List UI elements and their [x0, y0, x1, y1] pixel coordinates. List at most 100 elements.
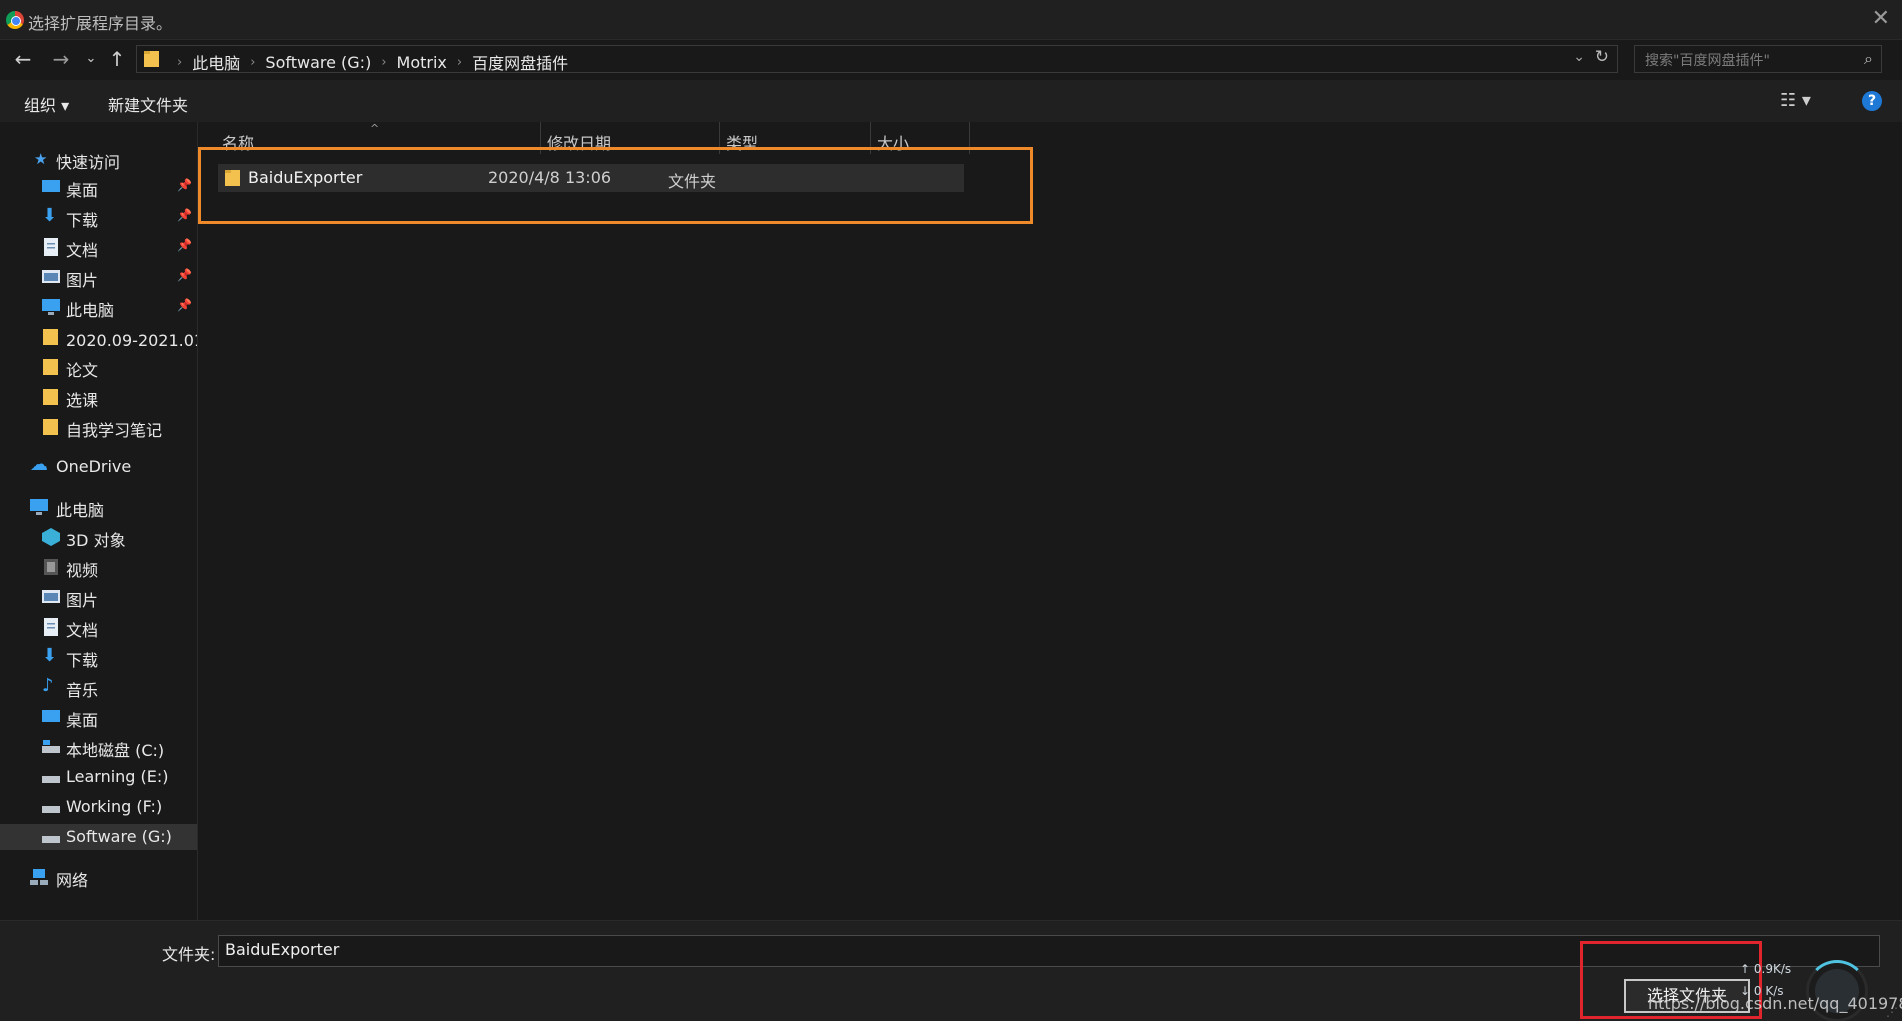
view-options-icon[interactable]: ☷ ▾	[1780, 90, 1811, 111]
sidebar-item-drive-c[interactable]: 本地磁盘 (C:)	[0, 734, 197, 760]
pin-icon[interactable]: 📌	[177, 238, 192, 252]
annotation-highlight-box	[198, 147, 1033, 224]
close-icon[interactable]: ✕	[1872, 6, 1890, 31]
address-row: ← → ⌄ ↑ › 此电脑 › Software (G:) › Motrix ›…	[0, 40, 1902, 78]
sidebar-item-label: 此电脑	[66, 301, 115, 320]
title-bar: 选择扩展程序目录。 ✕	[0, 0, 1902, 40]
breadcrumb-item[interactable]: 此电脑	[192, 50, 240, 74]
breadcrumb-separator-icon: ›	[250, 54, 256, 70]
forward-arrow-icon[interactable]: →	[48, 46, 74, 72]
pin-icon[interactable]: 📌	[177, 268, 192, 282]
computer-icon	[30, 499, 48, 515]
sidebar-item-label: 视频	[66, 561, 99, 580]
sidebar-item-label: 2020.09-2021.01研	[66, 331, 197, 350]
document-icon	[44, 618, 58, 636]
sidebar-item-label: 选课	[66, 391, 99, 410]
sidebar-item-network[interactable]: 网络	[0, 864, 197, 890]
sidebar-item-label: 下载	[66, 211, 99, 230]
drive-icon	[42, 740, 60, 753]
breadcrumb-item[interactable]: Software (G:)	[265, 53, 371, 72]
sidebar-item-label: 桌面	[66, 711, 99, 730]
3d-objects-icon	[42, 528, 60, 546]
sidebar-item-label: 下载	[66, 651, 99, 670]
folder-icon	[43, 359, 58, 375]
sidebar-item-label: 3D 对象	[66, 531, 126, 550]
drive-icon	[42, 836, 60, 843]
new-folder-button[interactable]: 新建文件夹	[108, 92, 188, 116]
computer-icon	[42, 299, 60, 315]
sidebar-item-desktop[interactable]: 桌面 📌	[0, 174, 197, 200]
drive-icon	[42, 806, 60, 813]
breadcrumb-item[interactable]: Motrix	[397, 53, 447, 72]
folder-icon	[43, 389, 58, 405]
command-toolbar: 组织 ▾ 新建文件夹 ☷ ▾ ?	[0, 80, 1902, 122]
sidebar-item-onedrive[interactable]: ☁ OneDrive	[0, 454, 197, 480]
resize-grip-icon[interactable]: ⋰	[1886, 1005, 1898, 1019]
pin-icon[interactable]: 📌	[177, 178, 192, 192]
folder-icon	[144, 51, 159, 67]
breadcrumb-item[interactable]: 百度网盘插件	[472, 50, 568, 74]
address-dropdown-icon[interactable]: ⌄	[1573, 49, 1585, 65]
sidebar-item-pictures[interactable]: 图片 📌	[0, 264, 197, 290]
sidebar-item-pictures[interactable]: 图片	[0, 584, 197, 610]
sidebar-item-label: 图片	[66, 271, 99, 290]
sidebar-item-videos[interactable]: 视频	[0, 554, 197, 580]
drive-icon	[42, 776, 60, 783]
breadcrumb: › 此电脑 › Software (G:) › Motrix › 百度网盘插件	[167, 50, 568, 74]
sidebar-item-music[interactable]: ♪ 音乐	[0, 674, 197, 700]
pin-icon[interactable]: 📌	[177, 298, 192, 312]
sidebar-item-label: 自我学习笔记	[66, 421, 163, 440]
watermark: https://blog.csdn.net/qq_40197828	[1648, 994, 1902, 1013]
sidebar-item-label: Software (G:)	[66, 827, 172, 846]
organize-button[interactable]: 组织 ▾	[24, 92, 69, 116]
file-list-pane[interactable]: ^ 名称 修改日期 类型 大小 BaiduExporter 2020/4/8 1…	[198, 122, 1902, 920]
search-placeholder: 搜索"百度网盘插件"	[1645, 53, 1770, 69]
pin-icon[interactable]: 📌	[177, 208, 192, 222]
sidebar-item-desktop[interactable]: 桌面	[0, 704, 197, 730]
sidebar-item-drive-e[interactable]: Learning (E:)	[0, 764, 197, 790]
navigation-pane[interactable]: ★ 快速访问 桌面 📌 ⬇ 下载 📌 文档 📌 图片 📌 此电脑 📌 2020.…	[0, 122, 198, 920]
sidebar-item-downloads[interactable]: ⬇ 下载 📌	[0, 204, 197, 230]
sidebar-item-downloads[interactable]: ⬇ 下载	[0, 644, 197, 670]
sidebar-item-3d-objects[interactable]: 3D 对象	[0, 524, 197, 550]
sidebar-item-quick-access[interactable]: ★ 快速访问	[0, 146, 197, 172]
sidebar-item-label: 文档	[66, 241, 99, 260]
sidebar-item-this-pc[interactable]: 此电脑 📌	[0, 294, 197, 320]
pictures-icon	[42, 590, 60, 603]
sidebar-item-label: 网络	[56, 871, 89, 890]
sidebar-item-drive-f[interactable]: Working (F:)	[0, 794, 197, 820]
bottom-panel: 文件夹: BaiduExporter 选择文件夹 ↑ 0.9K/s ↓ 0 K/…	[0, 920, 1902, 1021]
sidebar-item-label: 论文	[66, 361, 99, 380]
sidebar-item-folder[interactable]: 选课	[0, 384, 197, 410]
download-icon: ⬇	[42, 205, 58, 226]
up-arrow-icon[interactable]: ↑	[104, 46, 130, 72]
sidebar-item-folder[interactable]: 自我学习笔记	[0, 414, 197, 440]
recent-locations-chevron-icon[interactable]: ⌄	[78, 46, 104, 72]
address-bar[interactable]: › 此电脑 › Software (G:) › Motrix › 百度网盘插件 …	[136, 45, 1618, 73]
sidebar-item-label: 本地磁盘 (C:)	[66, 741, 165, 760]
video-icon	[44, 559, 58, 575]
folder-field-label: 文件夹:	[162, 945, 216, 964]
desktop-icon	[42, 710, 60, 722]
sidebar-item-folder[interactable]: 论文	[0, 354, 197, 380]
back-arrow-icon[interactable]: ←	[10, 46, 36, 72]
search-icon: ⌕	[1864, 49, 1873, 68]
window-title: 选择扩展程序目录。	[28, 14, 173, 33]
help-icon[interactable]: ?	[1862, 91, 1882, 111]
breadcrumb-separator-icon: ›	[177, 54, 183, 70]
sidebar-item-label: 快速访问	[56, 153, 121, 172]
sidebar-item-label: 文档	[66, 621, 99, 640]
sidebar-item-this-pc-root[interactable]: 此电脑	[0, 494, 197, 520]
search-input[interactable]: 搜索"百度网盘插件" ⌕	[1634, 45, 1882, 73]
sidebar-item-drive-g[interactable]: Software (G:)	[0, 824, 197, 850]
sidebar-item-documents[interactable]: 文档	[0, 614, 197, 640]
folder-icon	[43, 329, 58, 345]
sidebar-item-folder[interactable]: 2020.09-2021.01研	[0, 324, 197, 350]
document-icon	[44, 238, 58, 256]
pictures-icon	[42, 270, 60, 283]
music-icon: ♪	[42, 675, 54, 696]
sidebar-item-documents[interactable]: 文档 📌	[0, 234, 197, 260]
refresh-icon[interactable]: ↻	[1595, 47, 1609, 67]
desktop-icon	[42, 180, 60, 192]
sidebar-item-label: 桌面	[66, 181, 99, 200]
